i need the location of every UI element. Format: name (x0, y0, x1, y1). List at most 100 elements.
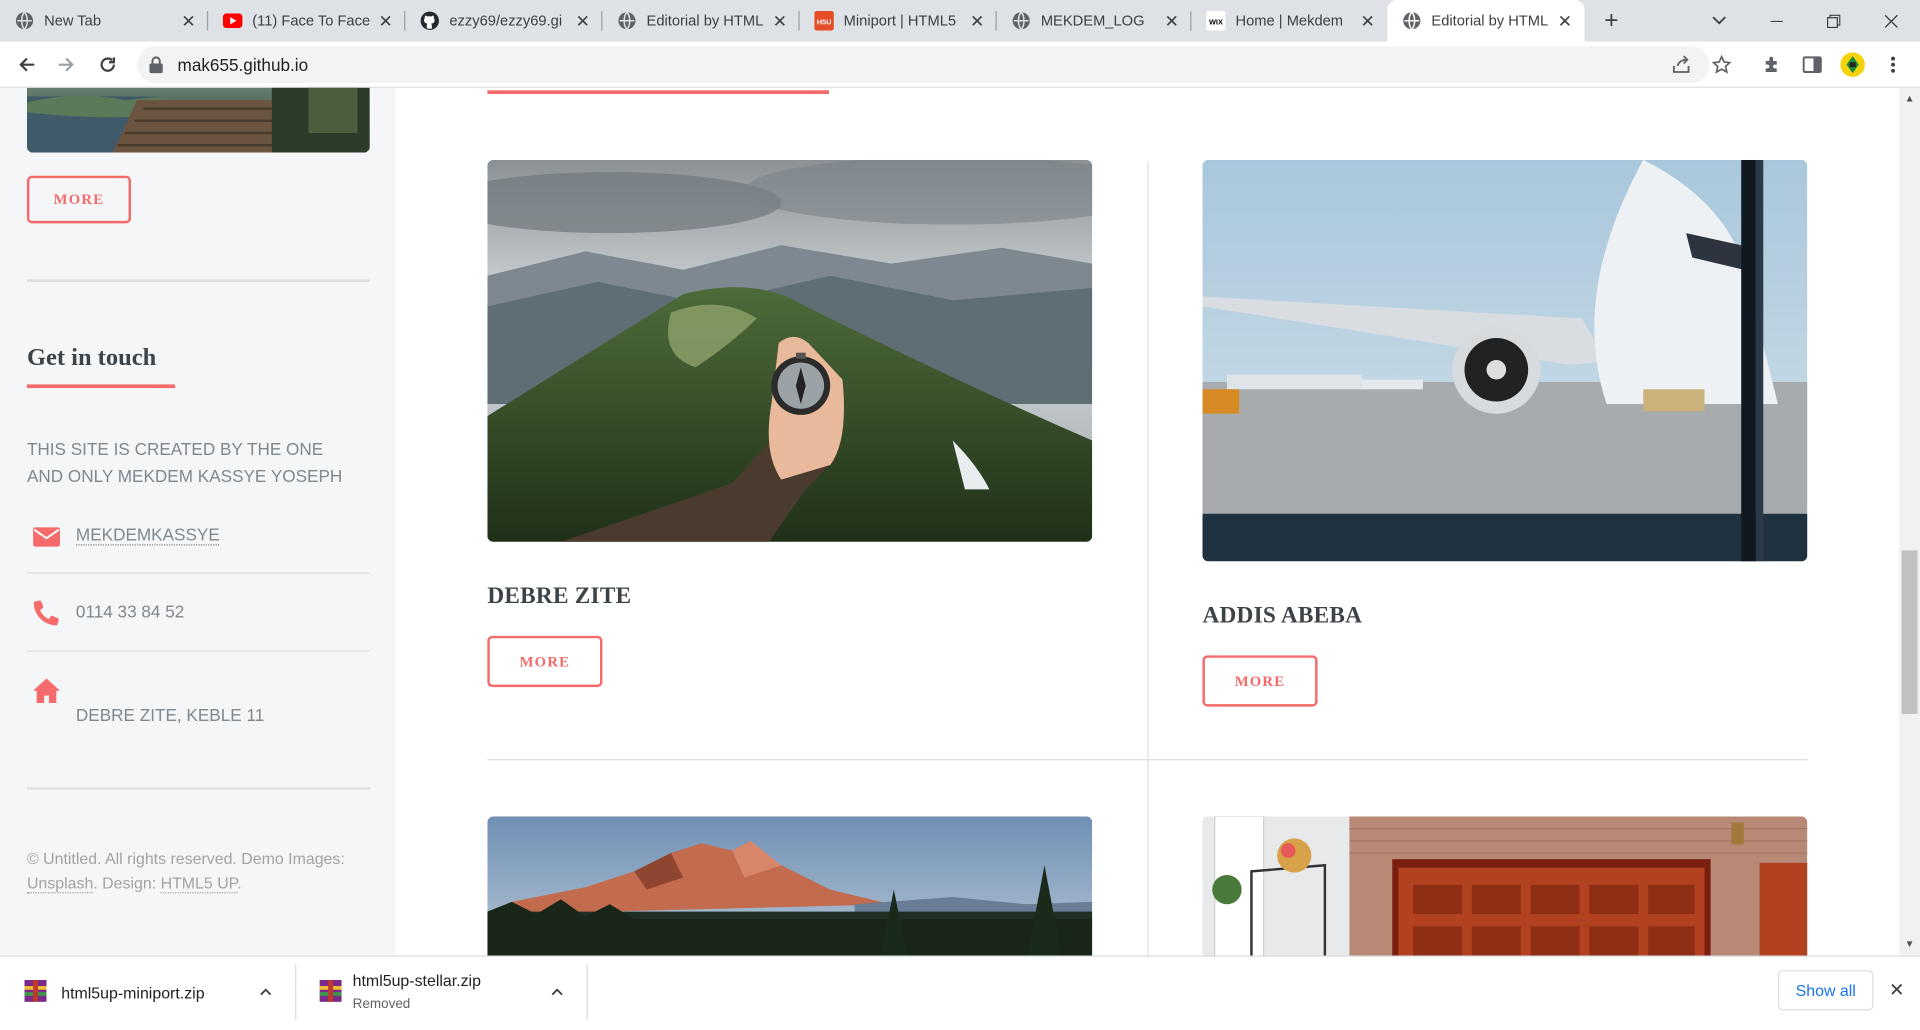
extensions-puzzle-icon[interactable] (1760, 52, 1784, 76)
minimize-icon[interactable] (1747, 0, 1805, 41)
download-separator (586, 964, 588, 1021)
sidebar-divider (26, 279, 370, 282)
sidebar-divider (26, 787, 370, 790)
browser-window: New Tab ✕ (11) Face To Face ✕ ezzy69/ezz… (0, 0, 1920, 1030)
download-bar: html5up-miniport.zip html5up-stellar.zip… (0, 955, 1920, 1030)
close-tab-icon[interactable]: ✕ (1358, 10, 1378, 31)
about-text: THIS SITE IS CREATED BY THE ONE AND ONLY… (26, 439, 343, 486)
tab-title: Miniport | HTML5 (843, 12, 957, 30)
svg-text:WIX: WIX (1209, 17, 1223, 26)
archive-file-icon (24, 979, 47, 1002)
globe-icon (15, 11, 35, 31)
youtube-icon (222, 11, 243, 31)
contact-separator (26, 650, 370, 652)
restore-icon[interactable] (1805, 0, 1863, 41)
download-item[interactable]: html5up-stellar.zip Removed (295, 964, 586, 1023)
scrollbar-thumb[interactable] (1901, 550, 1918, 714)
get-in-touch-heading: Get in touch (26, 344, 157, 371)
download-filename: html5up-stellar.zip (352, 971, 481, 990)
copyright-footer: © Untitled. All rights reserved. Demo Im… (26, 847, 364, 896)
show-all-downloads-button[interactable]: Show all (1777, 970, 1874, 1011)
svg-text:H5U: H5U (817, 17, 832, 26)
contact-separator (26, 572, 370, 574)
card-more-button[interactable]: MORE (1202, 655, 1318, 707)
card-title: DEBRE ZITE (487, 583, 632, 609)
close-tab-icon[interactable]: ✕ (1555, 10, 1575, 31)
chevron-up-icon[interactable] (549, 984, 566, 1001)
tab-search-chevron-icon[interactable] (1704, 7, 1733, 34)
github-icon (420, 11, 440, 31)
sidebar-more-button[interactable]: MORE (26, 175, 132, 224)
tab-title: MEKDEM_LOG (1040, 12, 1145, 30)
tab-mekdem-log[interactable]: MEKDEM_LOG ✕ (997, 0, 1192, 41)
tab-new-tab[interactable]: New Tab ✕ (0, 0, 209, 41)
email-link[interactable]: MEKDEMKASSYE (75, 525, 220, 546)
sidebar-post-image[interactable] (26, 87, 370, 153)
share-icon[interactable] (1670, 54, 1692, 76)
browser-toolbar: mak655.github.io (0, 41, 1920, 88)
url-text[interactable]: mak655.github.io (178, 55, 309, 75)
phone-number: 0114 33 84 52 (75, 601, 185, 622)
scroll-up-arrow-icon[interactable]: ▲ (1904, 93, 1915, 104)
tab-title: New Tab (44, 12, 102, 30)
globe-icon (1402, 11, 1422, 31)
column-divider (1147, 161, 1149, 956)
close-tab-icon[interactable]: ✕ (1162, 10, 1182, 31)
heading-underline (26, 384, 176, 389)
download-filename: html5up-miniport.zip (61, 983, 205, 1002)
card-image-mountain-sunset[interactable] (487, 816, 1093, 956)
html5up-icon: H5U (814, 10, 834, 31)
card-image-garage-door[interactable] (1202, 816, 1808, 956)
phone-icon (31, 598, 63, 627)
tab-title: Home | Mekdem (1235, 12, 1344, 30)
forward-arrow-icon[interactable] (51, 50, 80, 79)
tab-wix-home[interactable]: WIX Home | Mekdem ✕ (1191, 0, 1387, 41)
close-tab-icon[interactable]: ✕ (770, 10, 790, 31)
html5up-link[interactable]: HTML5 UP (160, 873, 238, 894)
tab-youtube[interactable]: (11) Face To Face ✕ (208, 0, 406, 41)
chevron-up-icon[interactable] (257, 984, 274, 1001)
back-arrow-icon[interactable] (12, 50, 41, 79)
tab-editorial-active[interactable]: Editorial by HTML ✕ (1387, 0, 1585, 42)
card-image-mountain-compass[interactable] (487, 159, 1093, 542)
menu-kebab-icon[interactable] (1881, 52, 1905, 76)
reload-icon[interactable] (93, 50, 122, 79)
lock-icon[interactable] (149, 56, 163, 79)
close-tab-icon[interactable]: ✕ (967, 10, 987, 31)
scroll-down-arrow-icon[interactable]: ▼ (1904, 938, 1915, 949)
tab-editorial[interactable]: Editorial by HTML ✕ (602, 0, 800, 41)
section-heading-underline (487, 90, 829, 94)
close-tab-icon[interactable]: ✕ (179, 10, 199, 31)
card-more-button[interactable]: MORE (487, 635, 603, 688)
side-panel-icon[interactable] (1800, 52, 1824, 76)
address-bar[interactable]: mak655.github.io (137, 46, 1732, 83)
close-tab-icon[interactable]: ✕ (573, 10, 593, 31)
footer-period: . (237, 873, 242, 893)
envelope-icon (31, 522, 63, 551)
tab-title: ezzy69/ezzy69.gi (449, 12, 563, 30)
unsplash-link[interactable]: Unsplash (26, 873, 94, 894)
profile-avatar-icon[interactable] (1840, 52, 1865, 77)
tab-title: (11) Face To Face (252, 12, 371, 30)
contact-address: DEBRE ZITE, KEBLE 11 (27, 676, 370, 737)
page-viewport: MORE Get in touch THIS SITE IS CREATED B… (0, 87, 1920, 956)
close-download-bar-icon[interactable]: ✕ (1886, 979, 1908, 1001)
card-title: ADDIS ABEBA (1202, 602, 1363, 629)
wix-icon: WIX (1206, 10, 1226, 31)
globe-icon (617, 11, 637, 31)
close-window-icon[interactable] (1862, 0, 1920, 41)
tab-title: Editorial by HTML (1431, 12, 1549, 30)
page-scrollbar[interactable]: ▲ ▼ (1899, 87, 1920, 956)
card-image-airplane[interactable] (1202, 159, 1808, 562)
archive-file-icon (319, 979, 342, 1002)
contact-email: MEKDEMKASSYE (27, 521, 370, 558)
tab-github[interactable]: ezzy69/ezzy69.gi ✕ (405, 0, 603, 41)
download-item[interactable]: html5up-miniport.zip (0, 964, 294, 1023)
new-tab-button[interactable]: + (1597, 6, 1626, 35)
tab-miniport[interactable]: H5U Miniport | HTML5 ✕ (800, 0, 997, 41)
bookmark-star-icon[interactable] (1711, 54, 1733, 76)
home-icon (31, 676, 63, 705)
close-tab-icon[interactable]: ✕ (376, 10, 396, 31)
tab-strip: New Tab ✕ (11) Face To Face ✕ ezzy69/ezz… (0, 0, 1920, 42)
contact-phone: 0114 33 84 52 (27, 598, 370, 635)
